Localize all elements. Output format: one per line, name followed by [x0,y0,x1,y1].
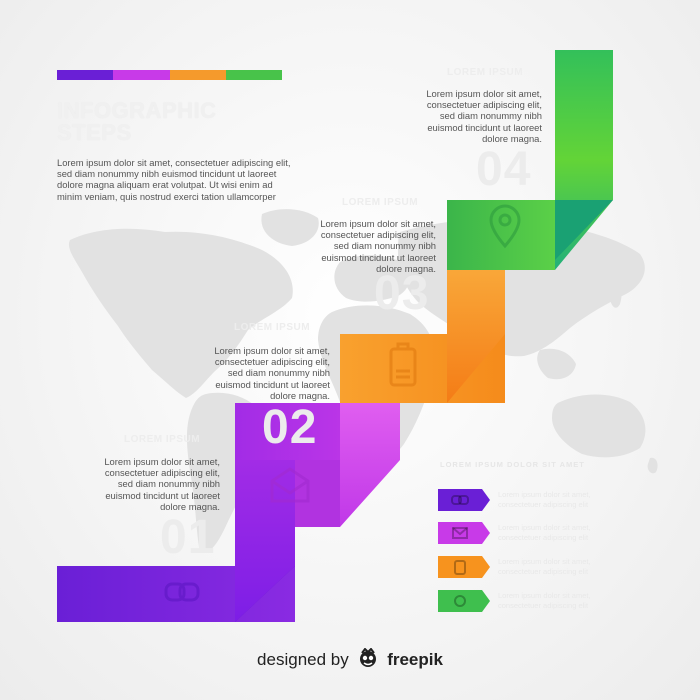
legend-title: LOREM IPSUM DOLOR SIT AMET [440,460,585,469]
step-text-line: sed diam nonummy nibh [439,110,542,122]
step-text-line: Lorem ipsum dolor sit amet, [104,456,220,467]
step-heading-04: LOREM IPSUM [447,67,524,78]
step-number-01: 01 [160,511,216,564]
step-text-line: euismod tincidunt ut laoreet [321,251,436,263]
step-text-01: Lorem ipsum dolor sit amet, consectetuer … [80,456,220,512]
step-text-line: Lorem ipsum dolor sit amet, [214,345,330,356]
infographic: INFOGRAPHIC STEPS Lorem ipsum dolor sit … [0,0,700,700]
freepik-logo-icon [357,647,379,673]
step-text-line: euismod tincidunt ut laoreet [427,121,542,133]
step-text-line: dolore magna. [376,262,436,274]
step-text-line: consectetuer adipiscing elit, [426,99,542,111]
legend-item-text: Lorem ipsum dolor sit amet, consectetuer… [498,557,591,576]
step-text-02: Lorem ipsum dolor sit amet, consectetuer … [190,345,330,401]
step-text-line: sed diam nonummy nibh [333,240,436,252]
legend-item-text: Lorem ipsum dolor sit amet, consectetuer… [498,523,591,542]
step-text-line: dolore magna. [270,389,330,401]
step-heading-03: LOREM IPSUM [342,197,419,208]
step-text-line: euismod tincidunt ut laoreet [215,378,330,390]
step-heading-02: LOREM IPSUM [234,322,311,333]
legend-tag [438,590,490,612]
legend-tag [438,556,490,578]
step-text-line: dolore magna. [482,132,542,144]
legend-tag [438,522,490,544]
legend-item-text: Lorem ipsum dolor sit amet, consectetuer… [498,490,591,509]
step-text-line: dolore magna. [160,500,220,512]
step-text-line: Lorem ipsum dolor sit amet, [320,218,436,229]
step-text-line: consectetuer adipiscing elit, [104,467,220,479]
step-text-line: consectetuer adipiscing elit, [320,229,436,241]
step-text-line: euismod tincidunt ut laoreet [105,489,220,501]
step-text-line: sed diam nonummy nibh [227,367,330,379]
credit-prefix: designed by [257,650,349,669]
step-number-04: 04 [476,143,532,196]
designer-credit: designed by freepik [0,647,700,673]
step-number-02: 02 [262,401,318,454]
legend-tag [438,489,490,511]
step-text-line: consectetuer adipiscing elit, [214,356,330,368]
step-text-03: Lorem ipsum dolor sit amet, consectetuer … [296,218,436,274]
step-heading-01: LOREM IPSUM [124,434,201,445]
step-text-line: Lorem ipsum dolor sit amet, [426,88,542,99]
credit-brand: freepik [387,650,443,669]
step-text-line: sed diam nonummy nibh [117,478,220,490]
step-text-04: Lorem ipsum dolor sit amet, consectetuer … [402,88,542,144]
legend-item-text: Lorem ipsum dolor sit amet, consectetuer… [498,591,591,610]
step-number-03: 03 [374,267,430,320]
